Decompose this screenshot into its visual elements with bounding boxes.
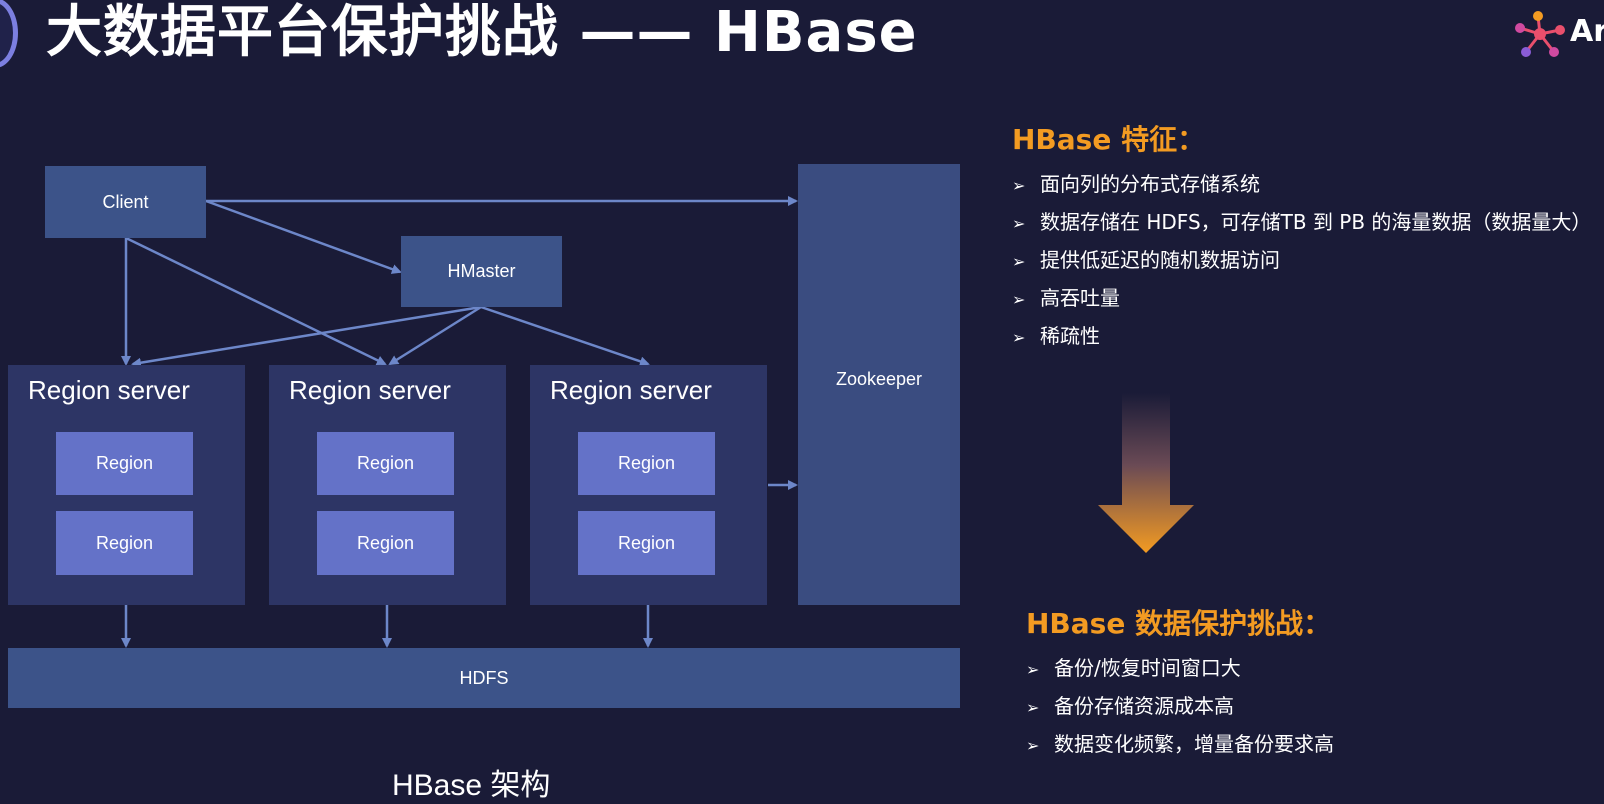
list-item: ➢ 备份存储资源成本高 [1026, 688, 1334, 726]
list-item: ➢ 备份/恢复时间窗口大 [1026, 650, 1334, 688]
features-list: ➢ 面向列的分布式存储系统 ➢ 数据存储在 HDFS，可存储TB 到 PB 的海量数… [1012, 166, 1591, 356]
list-item: ➢ 数据存储在 HDFS，可存储TB 到 PB 的海量数据（数据量大） [1012, 204, 1591, 242]
list-item: ➢ 面向列的分布式存储系统 [1012, 166, 1591, 204]
region-node: Region [578, 432, 715, 495]
zookeeper-node: Zookeeper [798, 164, 960, 605]
list-item: ➢ 稀疏性 [1012, 318, 1591, 356]
bullet-arrow-icon: ➢ [1026, 660, 1040, 679]
list-item: ➢ 数据变化频繁，增量备份要求高 [1026, 726, 1334, 764]
challenges-list: ➢ 备份/恢复时间窗口大 ➢ 备份存储资源成本高 ➢ 数据变化频繁，增量备份要求高 [1026, 650, 1334, 764]
hmaster-node: HMaster [401, 236, 562, 307]
region-server-label: Region server [550, 375, 712, 405]
diagram-caption: HBase 架构 [392, 769, 551, 802]
features-title: HBase 特征： [1012, 123, 1206, 156]
region-node: Region [317, 511, 454, 575]
bullet-arrow-icon: ➢ [1012, 328, 1026, 347]
bullet-arrow-icon: ➢ [1012, 214, 1026, 233]
bullet-arrow-icon: ➢ [1012, 176, 1026, 195]
region-server-label: Region server [289, 375, 451, 405]
bullet-arrow-icon: ➢ [1012, 252, 1026, 271]
bullet-arrow-icon: ➢ [1026, 736, 1040, 755]
region-node: Region [578, 511, 715, 575]
bullet-arrow-icon: ➢ [1026, 698, 1040, 717]
region-node: Region [56, 511, 193, 575]
region-server-label: Region server [28, 375, 190, 405]
list-item: ➢ 高吞吐量 [1012, 280, 1591, 318]
region-node: Region [317, 432, 454, 495]
list-item: ➢ 提供低延迟的随机数据访问 [1012, 242, 1591, 280]
client-node: Client [45, 166, 206, 238]
challenges-title: HBase 数据保护挑战： [1026, 607, 1332, 640]
region-node: Region [56, 432, 193, 495]
hdfs-node: HDFS [8, 648, 960, 708]
bullet-arrow-icon: ➢ [1012, 290, 1026, 309]
down-arrow-icon [1098, 393, 1194, 553]
